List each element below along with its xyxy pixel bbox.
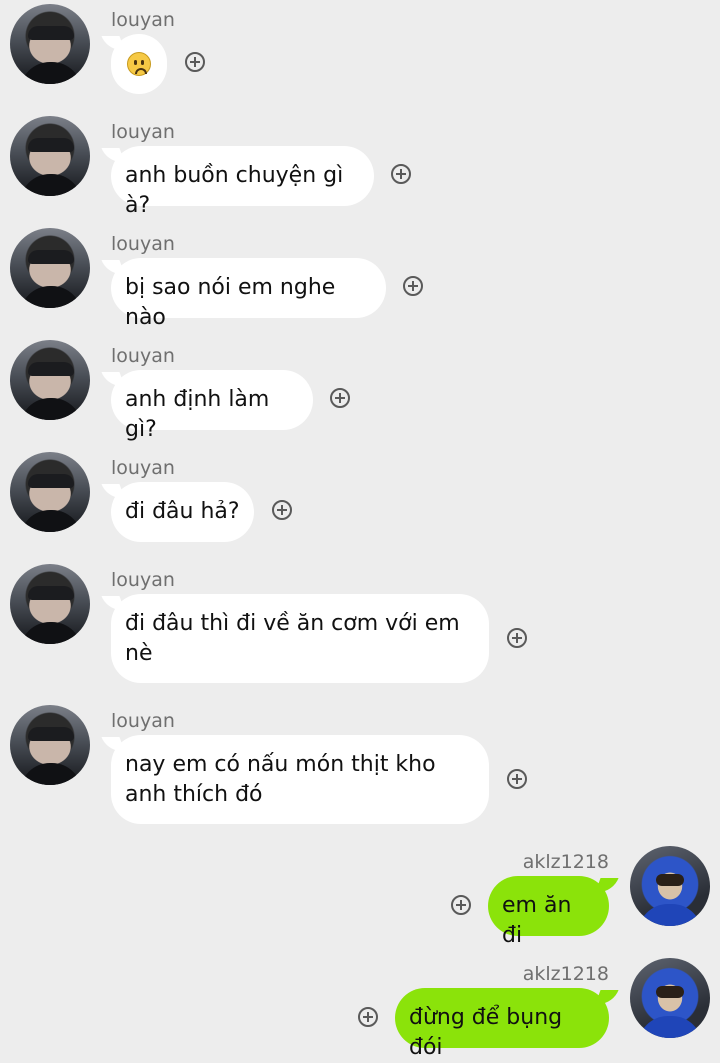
message-bubble[interactable]: anh định làm gì? <box>111 370 313 442</box>
add-reaction-icon[interactable] <box>185 52 205 72</box>
message-bubble[interactable] <box>111 34 167 94</box>
message-bubble[interactable]: đi đâu thì đi về ăn cơm với em nè <box>111 594 489 683</box>
add-reaction-icon[interactable] <box>391 164 411 184</box>
add-reaction-icon[interactable] <box>507 769 527 789</box>
avatar[interactable] <box>10 4 90 84</box>
avatar[interactable] <box>10 340 90 420</box>
sender-name: louyan <box>111 710 175 732</box>
message-bubble[interactable]: nay em có nấu món thịt kho anh thích đó <box>111 735 489 824</box>
avatar[interactable] <box>630 846 710 926</box>
add-reaction-icon[interactable] <box>451 895 471 915</box>
avatar[interactable] <box>10 116 90 196</box>
avatar[interactable] <box>10 564 90 644</box>
confused-face-emoji-icon <box>127 52 151 76</box>
sender-name: louyan <box>111 569 175 591</box>
add-reaction-icon[interactable] <box>330 388 350 408</box>
sender-name: aklz1218 <box>522 963 609 985</box>
sender-name: louyan <box>111 457 175 479</box>
message-bubble[interactable]: anh buồn chuyện gì à? <box>111 146 374 218</box>
avatar[interactable] <box>10 705 90 785</box>
avatar[interactable] <box>10 452 90 532</box>
message-bubble[interactable]: em ăn đi <box>488 876 609 948</box>
add-reaction-icon[interactable] <box>507 628 527 648</box>
add-reaction-icon[interactable] <box>403 276 423 296</box>
avatar[interactable] <box>10 228 90 308</box>
sender-name: aklz1218 <box>522 851 609 873</box>
sender-name: louyan <box>111 121 175 143</box>
message-bubble[interactable]: bị sao nói em nghe nào <box>111 258 386 330</box>
avatar[interactable] <box>630 958 710 1038</box>
add-reaction-icon[interactable] <box>358 1007 378 1027</box>
sender-name: louyan <box>111 233 175 255</box>
sender-name: louyan <box>111 9 175 31</box>
add-reaction-icon[interactable] <box>272 500 292 520</box>
sender-name: louyan <box>111 345 175 367</box>
message-bubble[interactable]: đi đâu hả? <box>111 482 254 542</box>
message-bubble[interactable]: đừng để bụng đói <box>395 988 609 1060</box>
